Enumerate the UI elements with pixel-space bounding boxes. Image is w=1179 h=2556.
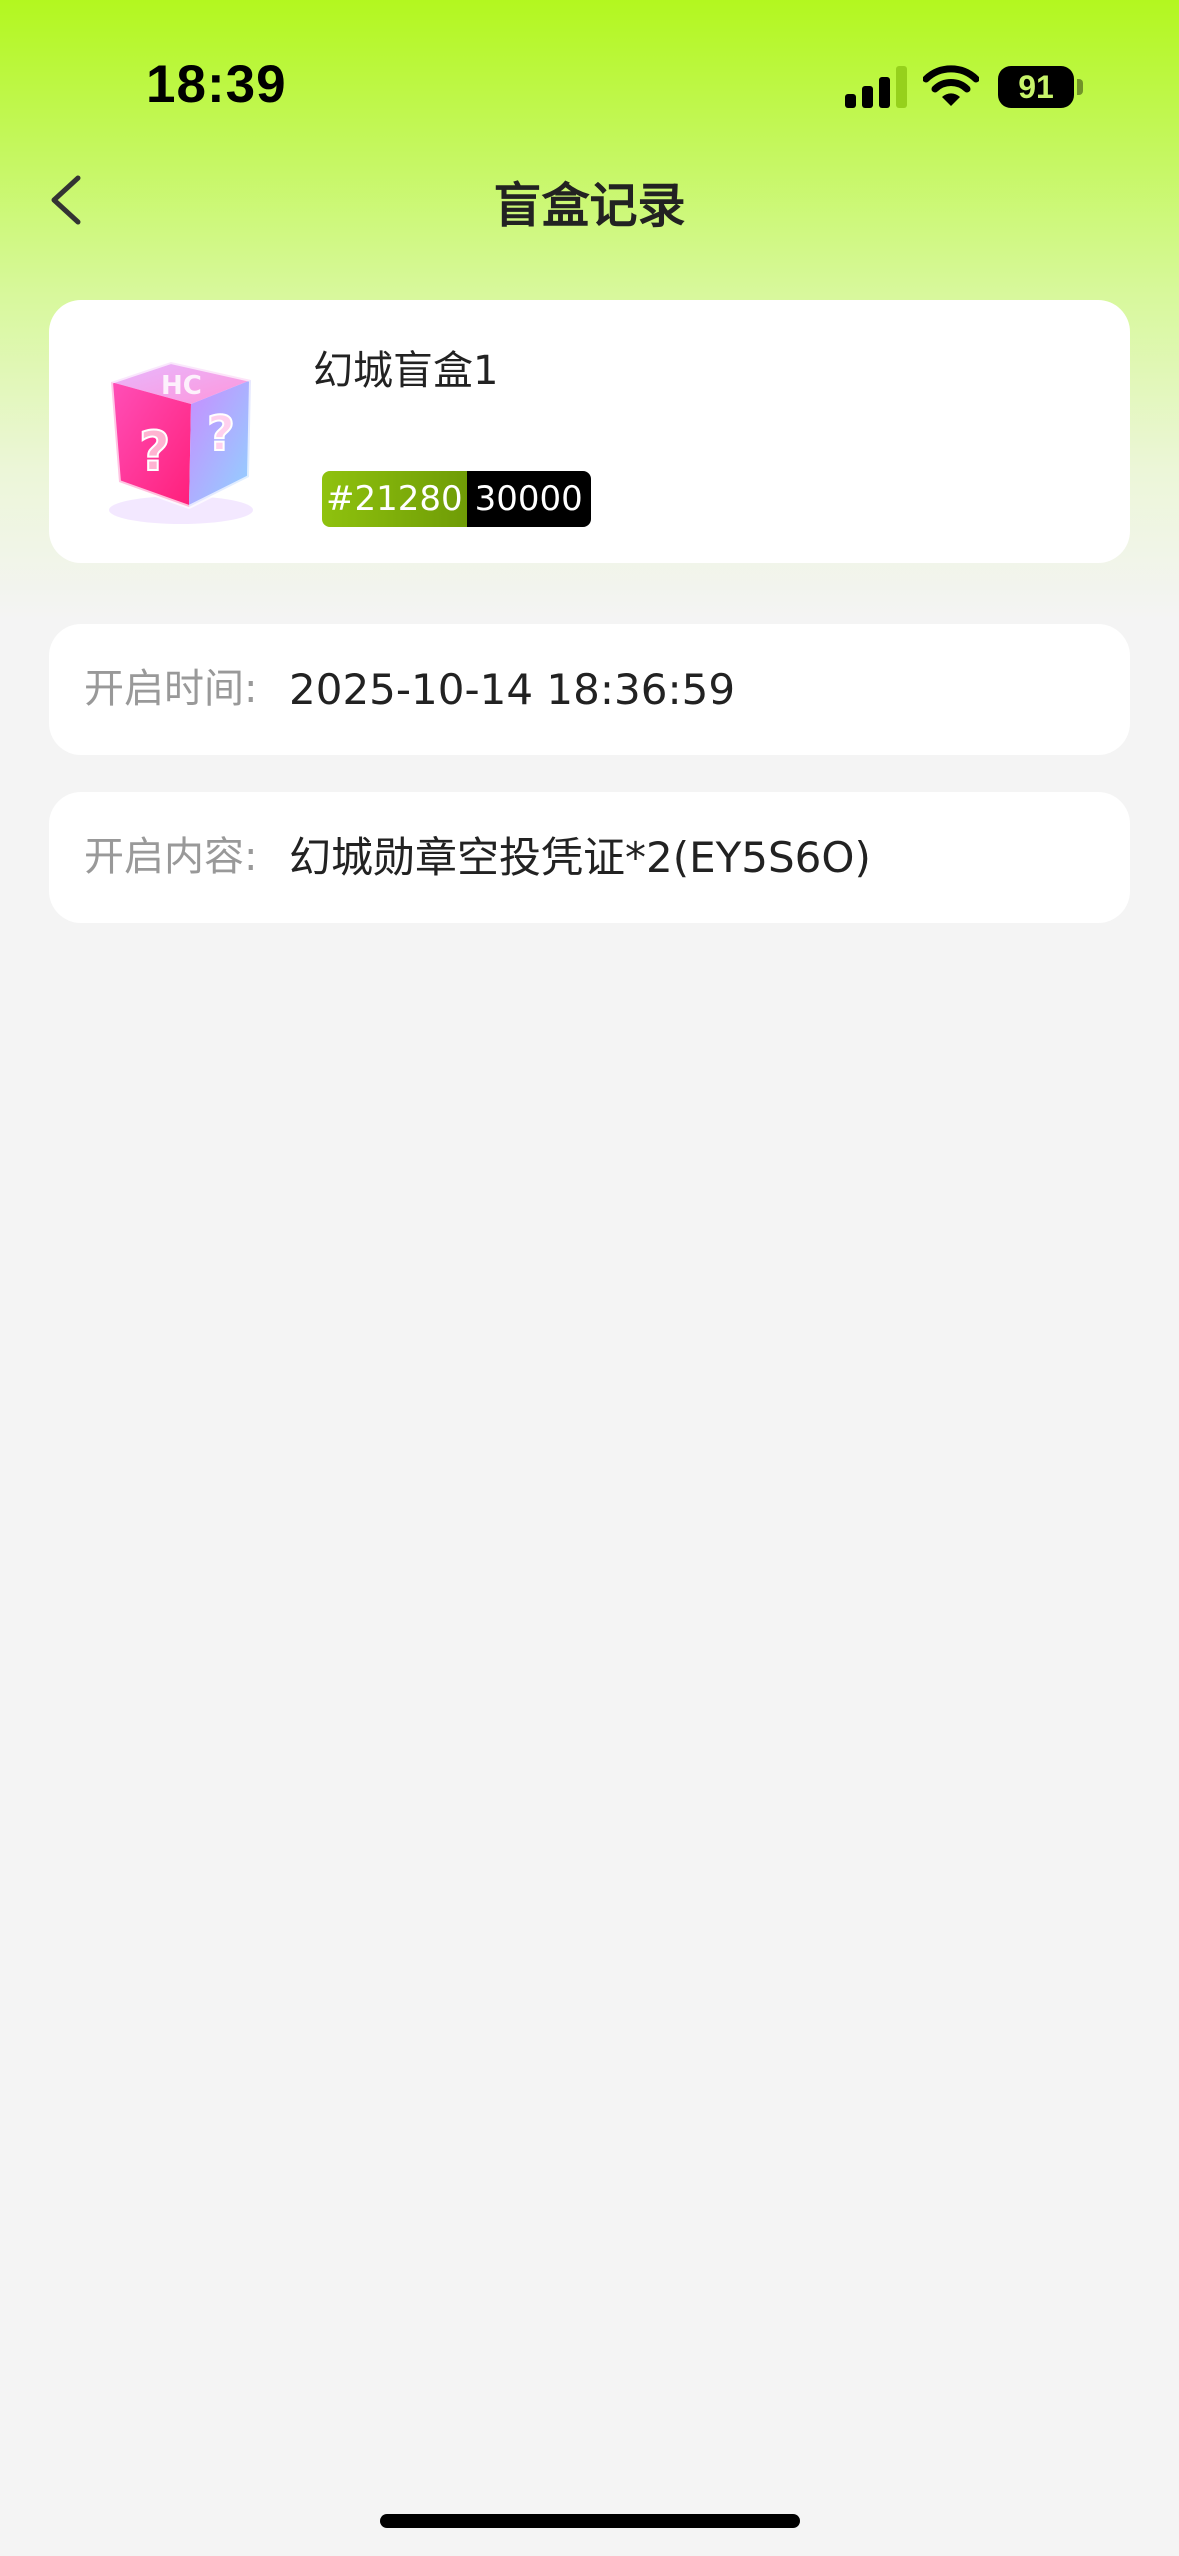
home-indicator[interactable] — [380, 2514, 800, 2528]
blind-box-name: 幻城盲盒1 — [313, 348, 499, 394]
signal-icon — [845, 66, 907, 108]
open-content-card: 开启内容: 幻城勋章空投凭证*2(EY5S6O) — [49, 792, 1130, 923]
battery-cap — [1077, 79, 1083, 95]
open-content-value: 幻城勋章空投凭证*2(EY5S6O) — [289, 833, 871, 882]
open-time-card: 开启时间: 2025-10-14 18:36:59 — [49, 624, 1130, 755]
wifi-icon — [923, 65, 979, 106]
status-time: 18:39 — [146, 55, 287, 114]
open-content-label: 开启内容: — [84, 834, 258, 880]
svg-text:?: ? — [207, 406, 235, 462]
edition-total: 30000 — [466, 471, 591, 527]
open-time-value: 2025-10-14 18:36:59 — [289, 665, 736, 714]
blind-box-cube-icon: ? ? HC — [108, 359, 254, 524]
battery-icon: 91 — [998, 66, 1074, 108]
svg-text:?: ? — [139, 420, 170, 483]
blind-box-card[interactable]: ? ? HC 幻城盲盒1 #21280 30000 — [49, 300, 1130, 563]
edition-tag: #21280 30000 — [322, 471, 591, 527]
open-time-label: 开启时间: — [84, 666, 258, 712]
page-title: 盲盒记录 — [493, 178, 686, 234]
edition-number: #21280 — [322, 471, 467, 527]
svg-text:HC: HC — [161, 371, 202, 401]
